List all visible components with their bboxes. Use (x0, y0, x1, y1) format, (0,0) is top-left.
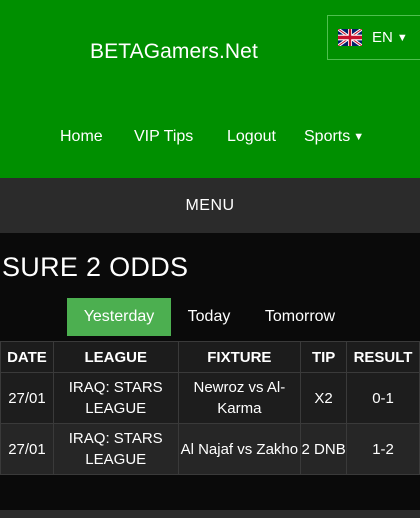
cell-result: 1-2 (346, 423, 420, 475)
nav-sports[interactable]: Sports ▼ (304, 128, 364, 146)
header-tip: TIP (300, 341, 348, 373)
nav-logout[interactable]: Logout (227, 128, 276, 146)
cell-league: IRAQ: STARS LEAGUE (52, 423, 179, 475)
header-league: LEAGUE (52, 341, 179, 373)
table-row: 27/01 IRAQ: STARS LEAGUE Al Najaf vs Zak… (0, 423, 420, 475)
language-label: EN (372, 29, 393, 46)
tab-yesterday[interactable]: Yesterday (67, 298, 171, 336)
cell-date: 27/01 (0, 372, 54, 424)
header-fixture: FIXTURE (177, 341, 302, 373)
tab-tomorrow[interactable]: Tomorrow (250, 298, 350, 336)
cell-tip: 2 DNB (300, 423, 348, 475)
cell-fixture: Newroz vs Al-Karma (177, 372, 302, 424)
day-tabs: Yesterday Today Tomorrow (0, 298, 420, 336)
nav-sports-label: Sports (304, 128, 351, 145)
cell-result: 0-1 (346, 372, 420, 424)
site-header: BETAGamers.Net EN ▼ Home VIP Tips Logout… (0, 0, 420, 178)
header-result: RESULT (346, 341, 420, 373)
uk-flag-icon (338, 29, 362, 46)
language-selector[interactable]: EN ▼ (327, 15, 420, 60)
tab-today[interactable]: Today (175, 298, 243, 336)
header-date: DATE (0, 341, 54, 373)
main-nav: Home VIP Tips Logout Sports ▼ (0, 128, 420, 150)
tips-table: DATE LEAGUE FIXTURE TIP RESULT 27/01 IRA… (0, 341, 420, 475)
site-title[interactable]: BETAGamers.Net (90, 40, 258, 64)
table-row: 27/01 IRAQ: STARS LEAGUE Newroz vs Al-Ka… (0, 372, 420, 424)
cell-fixture: Al Najaf vs Zakho (177, 423, 302, 475)
caret-down-icon: ▼ (396, 31, 408, 44)
footer-strip (0, 510, 420, 518)
menu-toggle[interactable]: MENU (0, 178, 420, 233)
chevron-down-icon: ▼ (353, 131, 365, 143)
nav-vip-tips[interactable]: VIP Tips (134, 128, 193, 146)
page-title: SURE 2 ODDS (2, 252, 189, 282)
cell-date: 27/01 (0, 423, 54, 475)
cell-tip: X2 (300, 372, 348, 424)
menu-label: MENU (185, 196, 235, 214)
nav-home[interactable]: Home (60, 128, 103, 146)
table-header-row: DATE LEAGUE FIXTURE TIP RESULT (0, 341, 420, 373)
cell-league: IRAQ: STARS LEAGUE (52, 372, 179, 424)
